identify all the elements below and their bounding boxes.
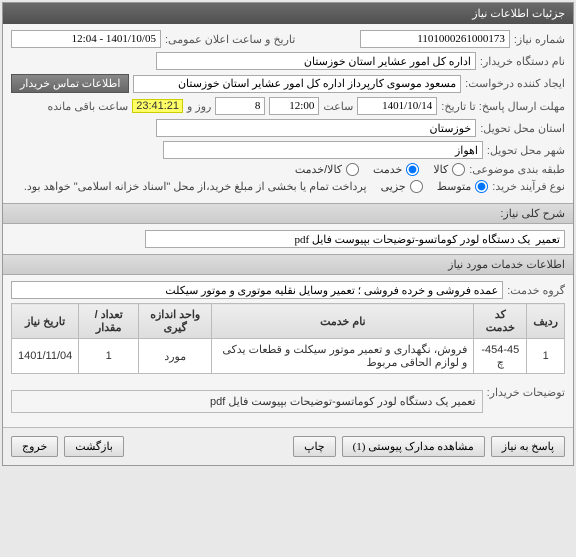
public-announce-label: تاریخ و ساعت اعلان عمومی: xyxy=(165,33,295,46)
days-field[interactable] xyxy=(215,97,265,115)
contact-info-button[interactable]: اطلاعات تماس خریدار xyxy=(11,74,129,93)
th-date: تاریخ نیاز xyxy=(12,304,79,339)
creator-field[interactable] xyxy=(133,75,461,93)
services-table: ردیف کد خدمت نام خدمت واحد اندازه گیری ت… xyxy=(11,303,565,374)
th-code: کد خدمت xyxy=(474,304,527,339)
class-label: طبقه بندی موضوعی: xyxy=(469,163,565,176)
deadline-hour-label: ساعت xyxy=(323,100,353,113)
purchase-minor-label: جزیی xyxy=(381,180,406,193)
buyer-label: نام دستگاه خریدار: xyxy=(480,55,565,68)
cell-date: 1401/11/04 xyxy=(12,339,79,374)
class-service-label: خدمت xyxy=(373,163,402,176)
cell-qty: 1 xyxy=(79,339,139,374)
remaining-hours: 23:41:21 xyxy=(132,99,183,113)
back-button[interactable]: بازگشت xyxy=(64,436,124,457)
cell-name: فروش، نگهداری و تعمیر موتور سیکلت و قطعا… xyxy=(212,339,474,374)
province-label: استان محل تحویل: xyxy=(480,122,565,135)
attachments-button[interactable]: مشاهده مدارک پیوستی (1) xyxy=(342,436,485,457)
days-label: روز و xyxy=(187,100,211,113)
city-label: شهر محل تحویل: xyxy=(487,144,565,157)
need-number-label: شماره نیاز: xyxy=(514,33,565,46)
remaining-label: ساعت باقی مانده xyxy=(47,100,128,113)
print-button[interactable]: چاپ xyxy=(293,436,336,457)
panel-title: جزئیات اطلاعات نیاز xyxy=(3,3,573,24)
th-unit: واحد اندازه گیری xyxy=(139,304,212,339)
need-number-field[interactable] xyxy=(360,30,510,48)
need-desc-field[interactable] xyxy=(145,230,565,248)
class-both-label: کالا/خدمت xyxy=(295,163,342,176)
deadline-hour-field[interactable] xyxy=(269,97,319,115)
th-name: نام خدمت xyxy=(212,304,474,339)
creator-label: ایجاد کننده درخواست: xyxy=(465,77,565,90)
class-service-radio[interactable] xyxy=(406,163,419,176)
purchase-minor-radio[interactable] xyxy=(410,180,423,193)
cell-code: 454-45-چ xyxy=(474,339,527,374)
class-goods-label: کالا xyxy=(433,163,448,176)
need-details-panel: جزئیات اطلاعات نیاز شماره نیاز: تاریخ و … xyxy=(2,2,574,466)
table-header-row: ردیف کد خدمت نام خدمت واحد اندازه گیری ت… xyxy=(12,304,565,339)
purchase-medium-label: متوسط xyxy=(437,180,472,193)
exit-button[interactable]: خروج xyxy=(11,436,58,457)
public-announce-field[interactable] xyxy=(11,30,161,48)
purchase-medium-radio[interactable] xyxy=(475,180,488,193)
payment-note: پرداخت تمام یا بخشی از مبلغ خرید،از محل … xyxy=(24,180,367,193)
need-desc-label: شرح کلی نیاز: xyxy=(3,203,573,224)
services-header: اطلاعات خدمات مورد نیاز xyxy=(3,254,573,275)
group-field[interactable] xyxy=(11,281,503,299)
city-field[interactable] xyxy=(163,141,483,159)
cell-idx: 1 xyxy=(527,339,565,374)
buyer-note-value: تعمیر یک دستگاه لودر کوماتسو-توضیحات بپی… xyxy=(210,396,476,408)
deadline-label: مهلت ارسال پاسخ: تا تاریخ: xyxy=(441,100,565,113)
cell-unit: مورد xyxy=(139,339,212,374)
class-goods-radio[interactable] xyxy=(452,163,465,176)
buyer-field[interactable] xyxy=(156,52,476,70)
province-field[interactable] xyxy=(156,119,476,137)
th-qty: تعداد / مقدار xyxy=(79,304,139,339)
button-bar: پاسخ به نیاز مشاهده مدارک پیوستی (1) چاپ… xyxy=(3,427,573,465)
form-area: شماره نیاز: تاریخ و ساعت اعلان عمومی: نا… xyxy=(3,24,573,203)
buyer-note-label: توضیحات خریدار: xyxy=(487,386,565,399)
class-both-radio[interactable] xyxy=(346,163,359,176)
table-row[interactable]: 1 454-45-چ فروش، نگهداری و تعمیر موتور س… xyxy=(12,339,565,374)
reply-button[interactable]: پاسخ به نیاز xyxy=(491,436,565,457)
deadline-date-field[interactable] xyxy=(357,97,437,115)
group-label: گروه خدمت: xyxy=(507,284,565,297)
th-idx: ردیف xyxy=(527,304,565,339)
purchase-type-label: نوع فرآیند خرید: xyxy=(492,180,565,193)
